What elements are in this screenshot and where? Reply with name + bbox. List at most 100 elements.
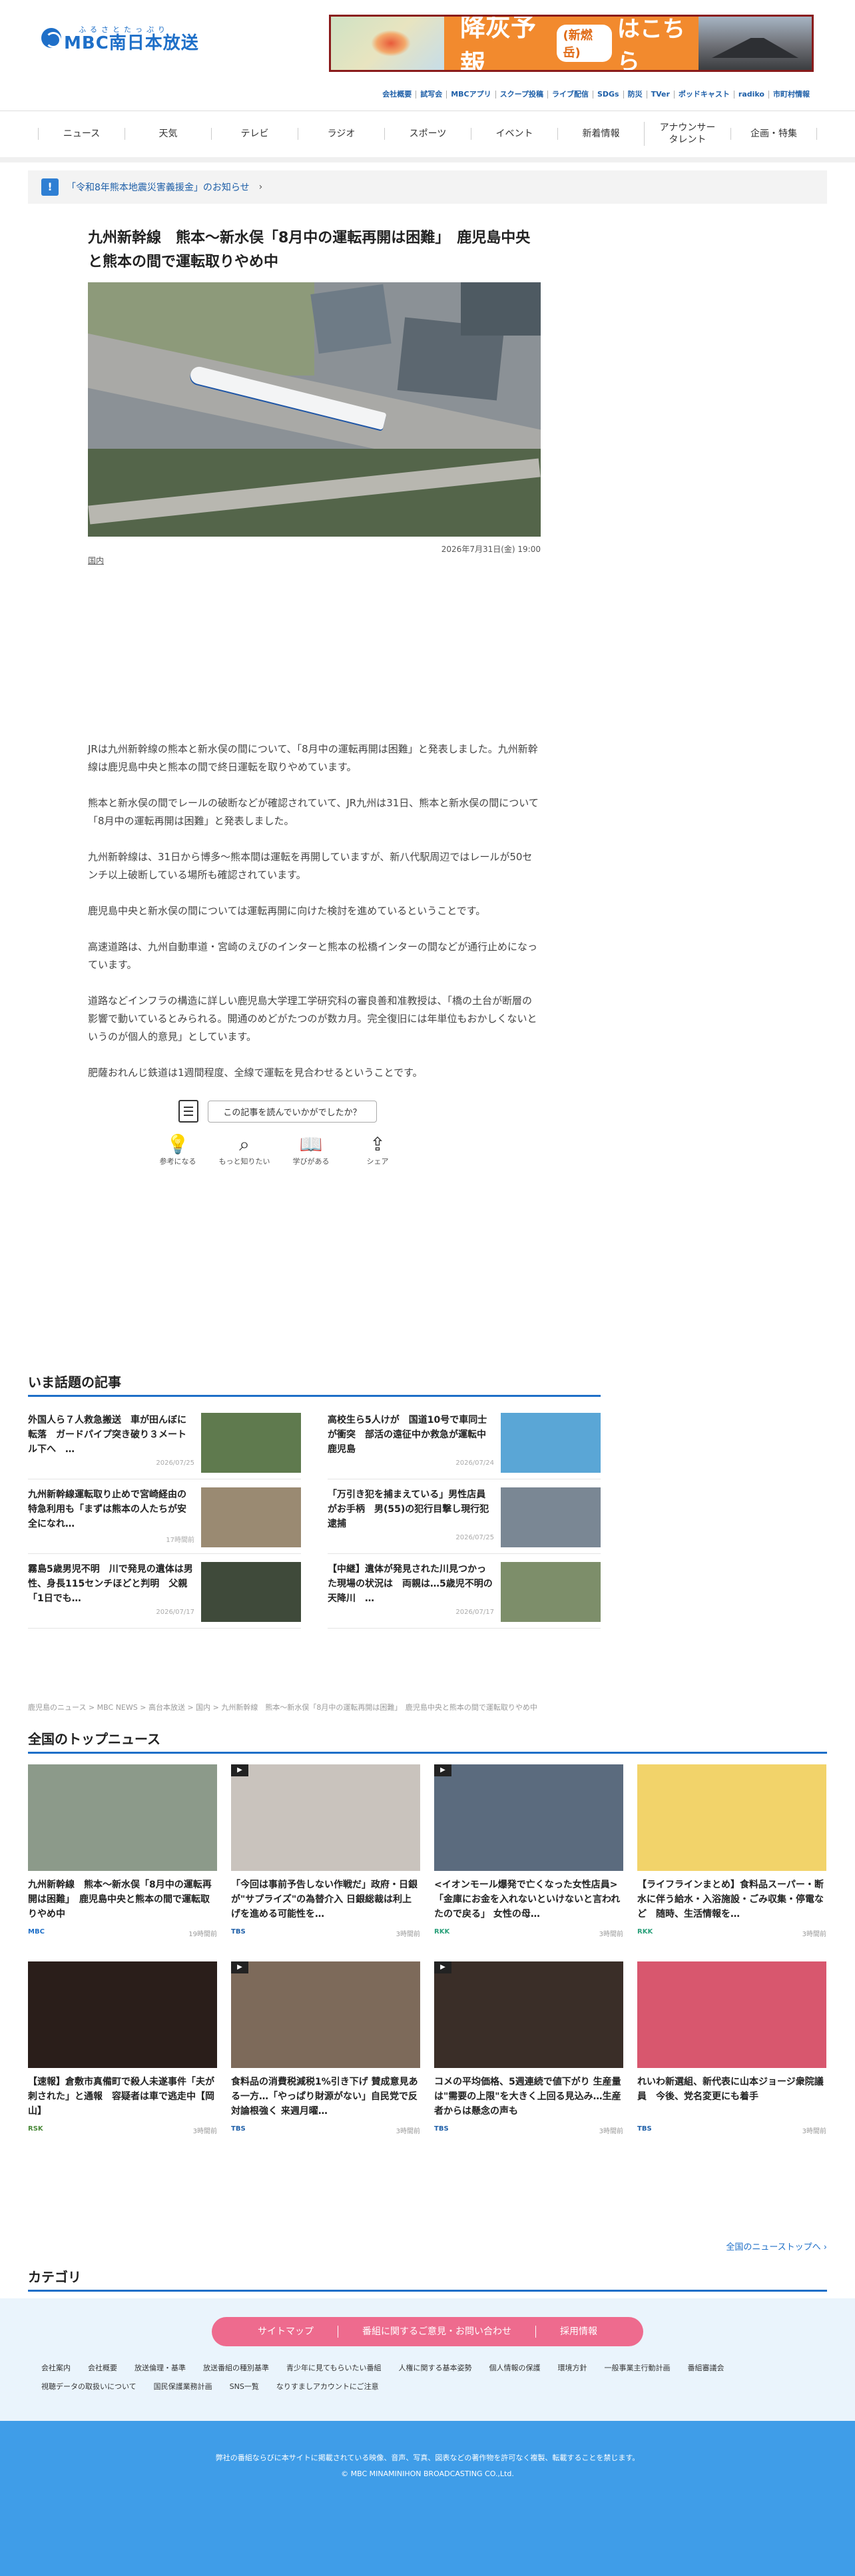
trending-item-title: 九州新幹線運転取り止めで宮崎経由の特急利用も「まずは熊本の人たちが安全になれ… [28,1489,186,1529]
breadcrumb-item[interactable]: 高台本放送 [138,1703,185,1712]
article-category-link[interactable]: 国内 [88,556,104,565]
feedback-question-text: この記事を読んでいかがでしたか？ [208,1100,377,1123]
footer-link[interactable]: 会社概要 [88,2362,117,2373]
article-paragraph: 九州新幹線は、31日から博多～熊本間は運転を再開していますが、新八代駅周辺ではレ… [88,851,533,881]
news-card[interactable]: ▶ 食料品の消費税減税1%引き下げ 賛成意見ある一方…「やっぱり財源がない」自民党… [231,1961,420,2143]
banner-suffix: はこちら [617,16,685,72]
utility-link[interactable]: ポッドキャスト [673,91,734,99]
utility-link[interactable]: 市町村情報 [768,91,814,99]
utility-link[interactable]: MBCアプリ [446,91,495,99]
news-thumbnail: ▶ [231,1961,420,2068]
nav-item[interactable]: 天気 [125,128,211,140]
news-title: 食料品の消費税減税1%引き下げ 賛成意見ある一方…「やっぱり財源がない」自民党で… [231,2077,418,2117]
photo-roof [310,284,392,354]
banner-main: 降灰予報 (新燃岳) はこちら [444,17,699,70]
utility-link[interactable]: TVer [646,91,674,99]
breadcrumb-item[interactable]: 鹿児島のニュース [28,1703,86,1712]
ash-forecast-banner[interactable]: 降灰予報 (新燃岳) はこちら [329,15,814,72]
trending-item[interactable]: 「万引き犯を捕まえている」男性店員がお手柄 男(55)の犯行目撃し現行犯逮捕 20… [328,1483,601,1554]
feedback-more-button[interactable]: ⌕ もっと知りたい [211,1133,278,1166]
footer-link[interactable]: 環境方針 [557,2362,587,2373]
trending-text: 外国人ら７人救急搬送 車が田んぼに転落 ガードパイプ突き破り３メートル下へ … 2… [28,1413,194,1475]
notice-bar[interactable]: ! 「令和8年熊本地震災害義援金」のお知らせ › [28,170,827,204]
trending-item[interactable]: 九州新幹線運転取り止めで宮崎経由の特急利用も「まずは熊本の人たちが安全になれ… 1… [28,1483,301,1554]
nav-item[interactable]: スポーツ [384,128,471,140]
utility-link[interactable]: スクープ投稿 [495,91,547,99]
feedback-label: 参考になる [159,1158,196,1166]
news-card[interactable]: れいわ新選組、新代表に山本ジョージ衆院議員 今後、党名変更にも着手 TBS 3時間前 [637,1961,826,2143]
utility-link[interactable]: radiko [733,91,768,99]
news-card[interactable]: 【速報】倉敷市真備町で殺人未遂事件「夫が刺された」と通報 容疑者は車で逃走中【岡… [28,1961,217,2143]
trending-item[interactable]: 霧島5歳男児不明 川で発見の遺体は男性、身長115センチほどと判明 父親「1日で… [28,1558,301,1629]
topnews-title: 全国のトップニュース [28,1728,827,1754]
footer-link[interactable]: 番組審議会 [687,2362,724,2373]
news-time: 3時間前 [599,2128,623,2135]
footer-link[interactable]: 個人情報の保護 [489,2362,540,2373]
footer-link[interactable]: 視聴データの取扱いについて [41,2381,137,2392]
nav-item[interactable]: イベント [471,128,557,140]
breadcrumb: 鹿児島のニュースMBC NEWS高台本放送国内九州新幹線 熊本～新水俣「8月中の… [28,1702,537,1712]
footer-link[interactable]: 一般事業主行動計画 [604,2362,670,2373]
footer-link[interactable]: 人権に関する基本姿勢 [398,2362,471,2373]
footer-link[interactable]: なりすましアカウントにご注意 [276,2381,379,2392]
trending-thumbnail [201,1413,301,1473]
trending-item-title: 【中継】遺体が発見された川見つかった現場の状況は 両親は…5歳児不明の天降川 … [328,1564,493,1604]
footer-link[interactable]: 青少年に見てもらいたい番組 [286,2362,381,2373]
utility-link[interactable]: ライブ配信 [547,91,593,99]
article-title: 九州新幹線 熊本～新水俣「8月中の運転再開は困難」 鹿児島中央と熊本の間で運転取… [88,230,531,270]
news-thumbnail [28,1764,217,1871]
trending-text: 「万引き犯を捕まえている」男性店員がお手柄 男(55)の犯行目撃し現行犯逮捕 20… [328,1487,494,1549]
news-time: 3時間前 [599,1931,623,1938]
notice-text: 「令和8年熊本地震災害義援金」のお知らせ [67,182,250,193]
copyright-notice: 弊社の番組ならびに本サイトに掲載されている映像、音声、写真、図表などの著作物を許… [215,2453,640,2462]
logo-text: MBC南日本放送 [64,33,199,53]
news-thumbnail: ▶ [434,1961,623,2068]
footer-link[interactable]: 放送番組の種別基準 [203,2362,269,2373]
news-card[interactable]: ▶ <イオンモール爆発で亡くなった女性店員>「金庫にお金を入れないといけないと言わ… [434,1764,623,1945]
play-icon: ▶ [434,1764,451,1776]
topnews-more-link[interactable]: 全国のニューストップへ › [726,2240,827,2252]
utility-link[interactable]: 防災 [623,91,647,99]
nav-item[interactable]: アナウンサー タレント [644,122,730,146]
news-meta: TBS 3時間前 [434,2125,623,2135]
share-button[interactable]: ⇪ シェア [344,1133,411,1166]
nav-item[interactable]: 新着情報 [557,128,644,140]
footer-link[interactable]: 放送倫理・基準 [135,2362,186,2373]
footer-pill-link[interactable]: 採用情報 [535,2326,621,2338]
footer-pill-link[interactable]: 番組に関するご意見・お問い合わせ [338,2326,535,2338]
news-title: 九州新幹線 熊本～新水俣「8月中の運転再開は困難」 鹿児島中央と熊本の間で運転取… [28,1880,212,1920]
news-card[interactable]: ▶ コメの平均価格、5週連続で値下がり 生産量は"需要の上限"を大きく上回る見込み… [434,1961,623,2143]
footer-link[interactable]: 会社案内 [41,2362,71,2373]
utility-link[interactable]: 試写会 [416,91,446,99]
trending-item[interactable]: 外国人ら７人救急搬送 車が田んぼに転落 ガードパイプ突き破り３メートル下へ … 2… [28,1409,301,1479]
footer-link[interactable]: 国民保護業務計画 [154,2381,212,2392]
breadcrumb-item[interactable]: 国内 [185,1703,210,1712]
article-icon [178,1100,199,1123]
lightbulb-icon: 💡 [166,1134,190,1155]
news-card[interactable]: 九州新幹線 熊本～新水俣「8月中の運転再開は困難」 鹿児島中央と熊本の間で運転取… [28,1764,217,1945]
more-link-text: 全国のニューストップへ › [726,2242,827,2252]
nav-item[interactable]: ニュース [38,128,125,140]
news-card[interactable]: ▶ 「今回は事前予告しない作戦だ」政府・日銀が"サプライズ"の為替介入 日銀総裁は… [231,1764,420,1945]
feedback-helpful-button[interactable]: 💡 参考になる [144,1133,211,1166]
breadcrumb-item[interactable]: MBC NEWS [86,1703,137,1712]
news-source: RKK [637,1928,653,1935]
feedback-block: この記事を読んでいかがでしたか？ 💡 参考になる ⌕ もっと知りたい 📖 学びが… [88,1100,541,1166]
nav-item[interactable]: ラジオ [298,128,384,140]
trending-item-date: 2026/07/24 [455,1459,494,1467]
utility-link[interactable]: 会社概要 [378,91,416,99]
trending-item[interactable]: 高校生ら5人けが 国道10号で車同士が衝突 部活の遠征中か救急が運転中 鹿児島 2… [328,1409,601,1479]
play-icon: ▶ [231,1961,248,1973]
footer-pill-link[interactable]: サイトマップ [234,2326,338,2338]
feedback-learn-button[interactable]: 📖 学びがある [278,1133,344,1166]
nav-item[interactable]: テレビ [211,128,298,140]
trending-thumbnail [501,1487,601,1547]
nav-item[interactable]: 企画・特集 [730,128,817,140]
utility-link[interactable]: SDGs [592,91,623,99]
footer-link[interactable]: SNS一覧 [230,2381,259,2392]
news-title: 【速報】倉敷市真備町で殺人未遂事件「夫が刺された」と通報 容疑者は車で逃走中【岡… [28,2077,214,2117]
trending-item[interactable]: 【中継】遺体が発見された川見つかった現場の状況は 両親は…5歳児不明の天降川 …… [328,1558,601,1629]
news-title: <イオンモール爆発で亡くなった女性店員>「金庫にお金を入れないといけないと言われ… [434,1880,621,1920]
news-card[interactable]: 【ライフラインまとめ】食料品スーパー・断水に伴う給水・入浴施設・ごみ収集・停電な… [637,1764,826,1945]
site-logo[interactable]: ふるさとたっぷり MBC南日本放送 [41,24,199,52]
